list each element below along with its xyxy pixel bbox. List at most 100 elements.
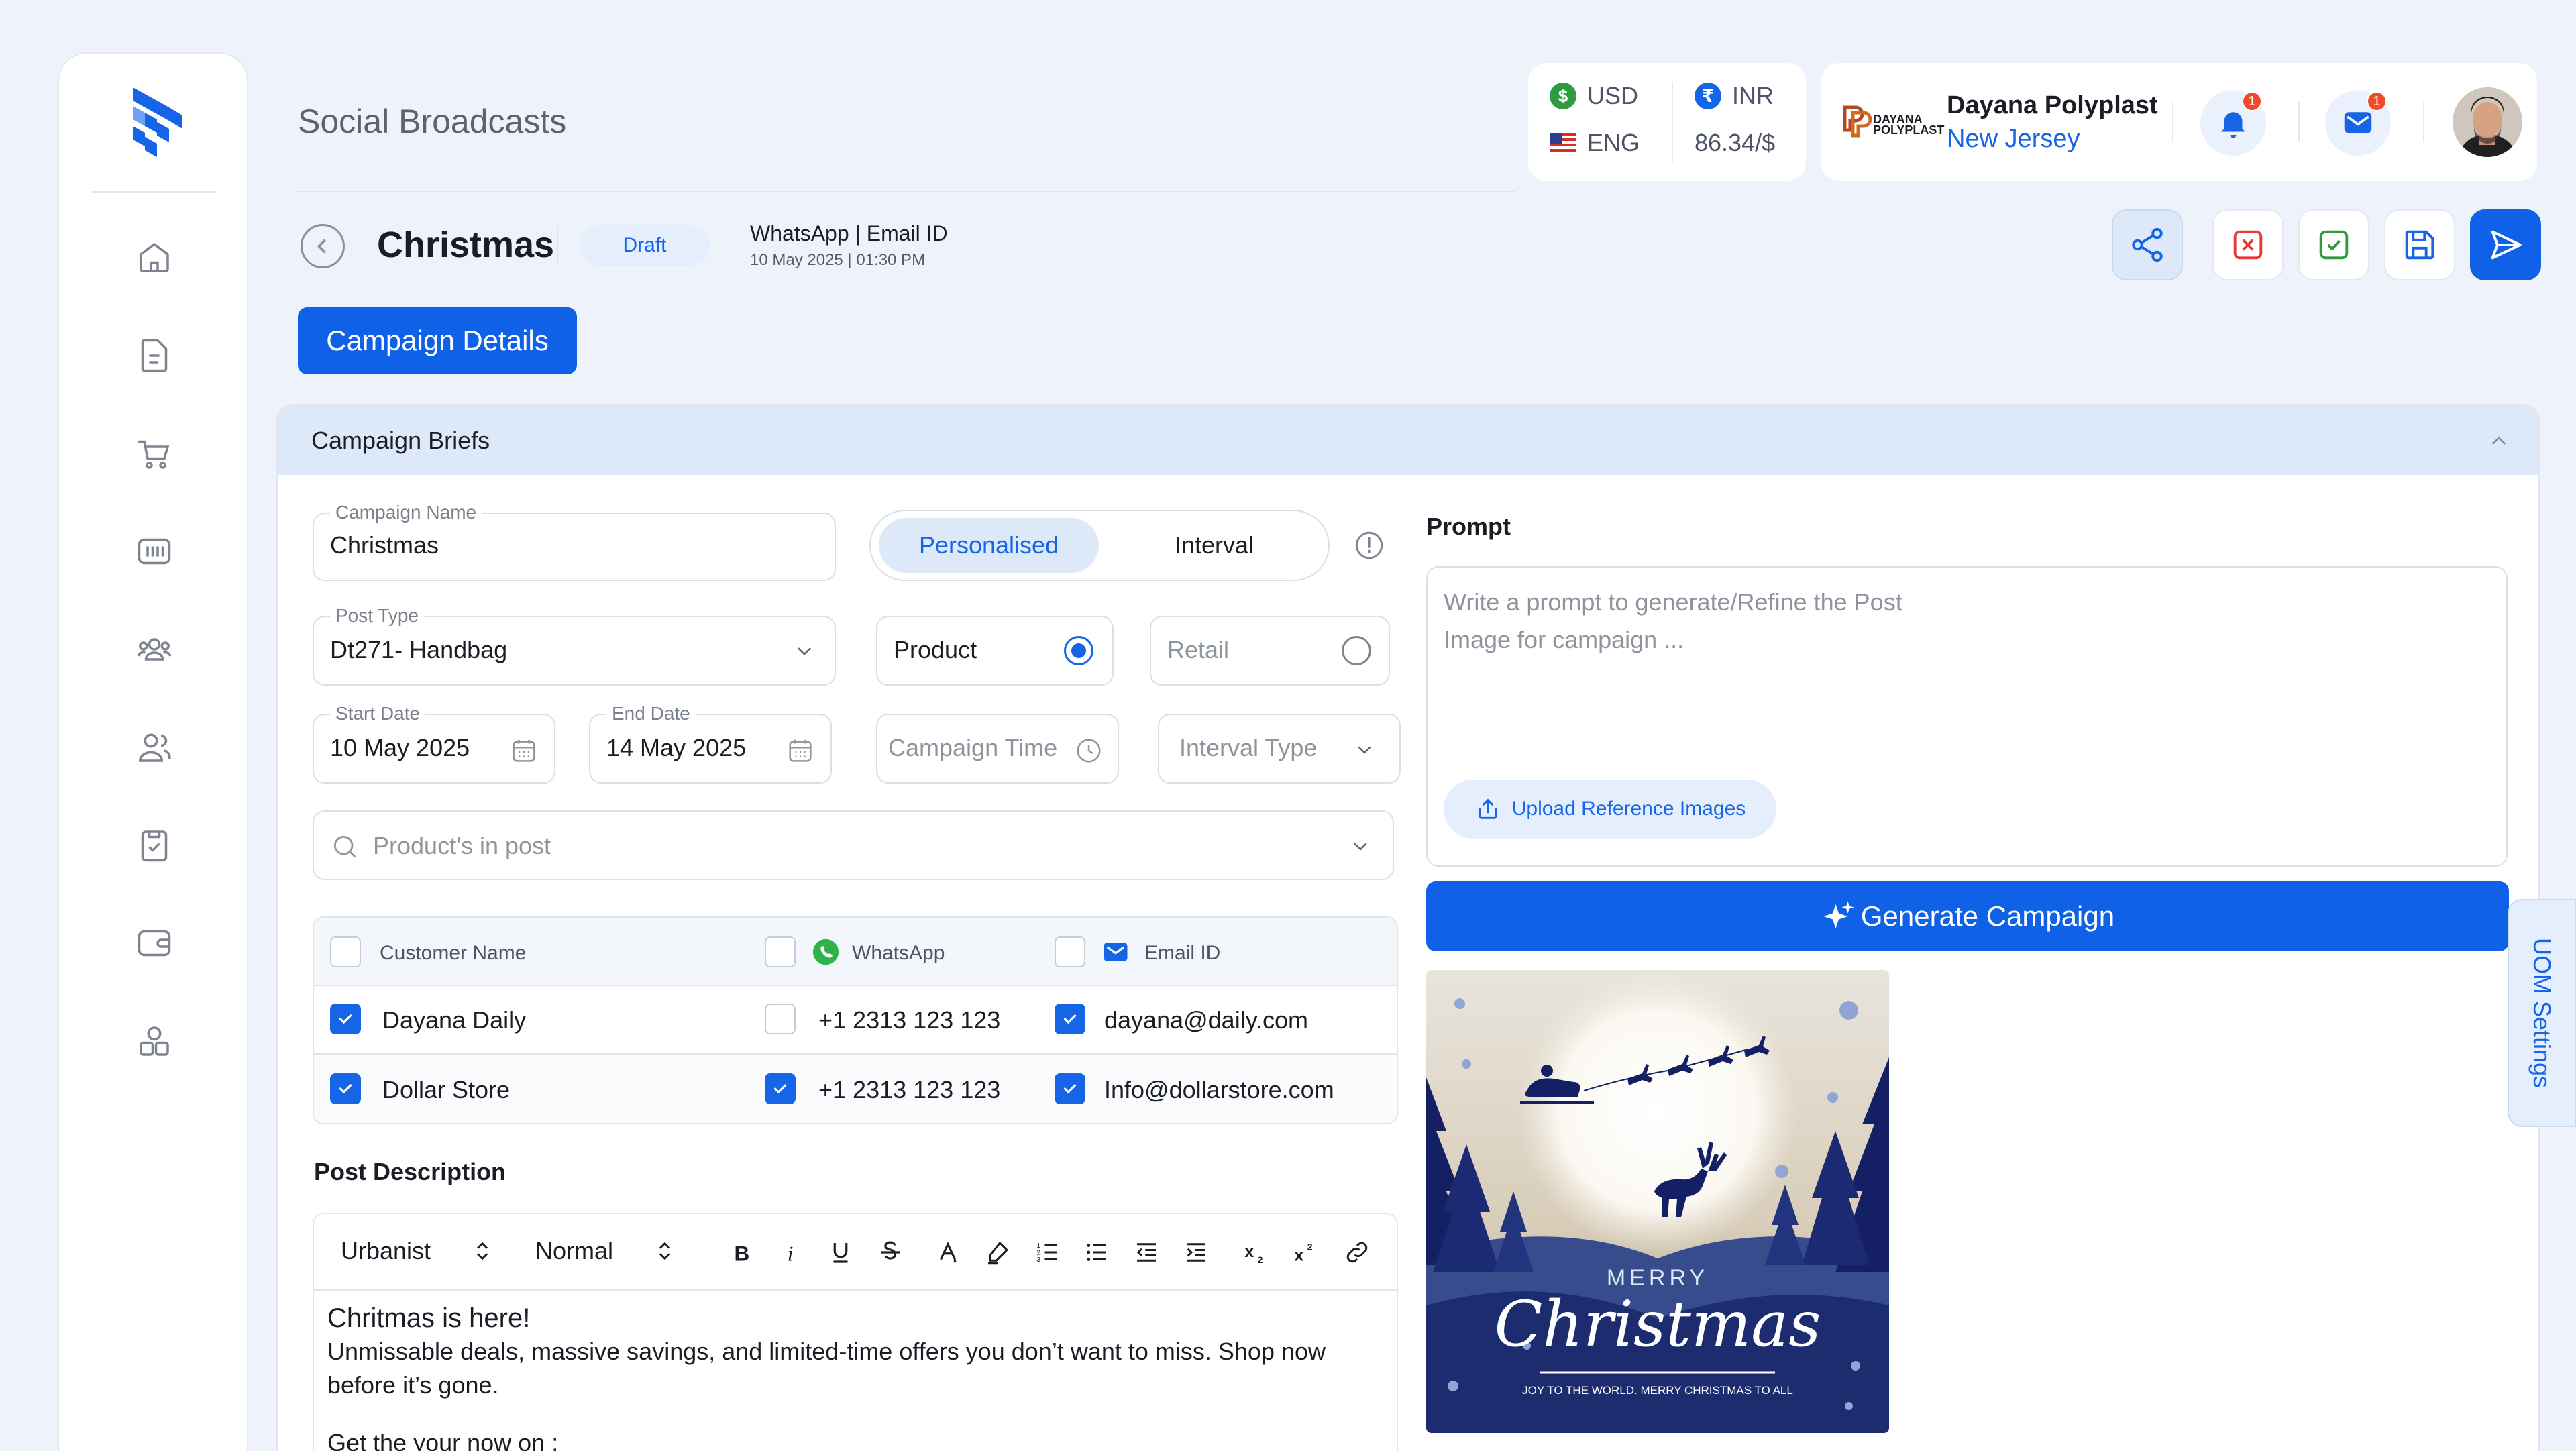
indent-icon[interactable] [1179,1236,1213,1269]
email-checkbox[interactable] [1055,1004,1085,1034]
underline-icon[interactable] [824,1236,857,1269]
highlight-icon[interactable] [981,1236,1014,1269]
language-selector[interactable]: ENG [1550,129,1640,157]
generated-post-image[interactable]: MERRY Christmas JOY TO THE WORLD. MERRY … [1426,970,1889,1433]
generate-campaign-button[interactable]: Generate Campaign [1426,881,2509,951]
select-all-checkbox[interactable] [330,936,361,967]
product-radio[interactable] [1064,636,1093,665]
upload-icon [1479,798,1497,819]
font-family-select[interactable]: Urbanist [341,1237,494,1265]
svg-text:2: 2 [1307,1242,1313,1252]
discard-button[interactable] [2212,209,2284,280]
strikethrough-icon[interactable] [873,1236,907,1269]
whatsapp-all-checkbox[interactable] [765,936,796,967]
document-icon[interactable] [127,329,181,382]
prompt-textarea[interactable]: Write a prompt to generate/Refine the Po… [1426,566,2508,867]
apps-icon[interactable] [127,1014,181,1068]
text-size-value: Normal [535,1237,614,1265]
start-date-value: 10 May 2025 [330,734,470,761]
avatar[interactable] [2453,87,2522,157]
customer-name-cell: Dayana Daily [382,1006,527,1034]
campaign-channels: WhatsApp | Email ID [750,221,948,246]
whatsapp-checkbox[interactable] [765,1004,796,1034]
start-date-field[interactable]: Start Date 10 May 2025 [313,703,555,784]
info-icon[interactable] [1352,529,1386,562]
search-icon [333,835,356,858]
chevron-down-icon [798,647,811,656]
row-select-checkbox[interactable] [330,1004,361,1034]
target-currency[interactable]: ₹ INR [1695,82,1774,110]
table-row[interactable]: Dollar Store +1 2313 123 123 Info@dollar… [314,1055,1397,1123]
calendar-icon[interactable] [508,735,539,766]
check-icon [2319,230,2349,260]
clipboard-icon[interactable] [127,818,181,872]
currency-switcher[interactable]: $ USD ENG ₹ INR 86.34/$ [1528,63,1806,181]
close-icon [2233,230,2263,260]
barcode-icon[interactable] [127,525,181,578]
company-location: New Jersey [1947,125,2080,153]
campaign-name-field[interactable]: Campaign Name Christmas [313,502,836,581]
users-group-icon[interactable] [127,623,181,676]
post-type-select[interactable]: Post Type Dt271- Handbag [313,605,836,686]
calendar-icon[interactable] [785,735,816,766]
retail-label: Retail [1167,636,1230,663]
email-all-checkbox[interactable] [1055,936,1085,967]
save-button[interactable] [2384,209,2455,280]
cart-icon[interactable] [127,427,181,480]
send-button[interactable] [2470,209,2541,280]
clock-icon[interactable] [1073,735,1104,766]
outdent-icon[interactable] [1130,1236,1163,1269]
text-color-icon[interactable] [931,1236,965,1269]
ordered-list-icon[interactable]: 123 [1030,1236,1064,1269]
end-date-field[interactable]: End Date 14 May 2025 [589,703,832,784]
svg-text:3: 3 [1036,1256,1040,1264]
base-currency-code: USD [1587,82,1639,109]
toggle-personalised[interactable]: Personalised [879,518,1099,573]
campaign-name-value: Christmas [330,531,439,559]
subscript-icon[interactable]: x2 [1240,1236,1273,1269]
updown-icon [659,1242,671,1260]
retail-option[interactable]: Retail [1150,616,1390,686]
italic-icon[interactable]: i [774,1236,808,1269]
message-badge: 1 [2367,91,2387,111]
back-button[interactable] [301,224,345,268]
messages-button[interactable]: 1 [2325,90,2391,156]
text-size-select[interactable]: Normal [535,1237,676,1265]
product-option[interactable]: Product [876,616,1114,686]
row-select-checkbox[interactable] [330,1073,361,1104]
chevron-up-icon[interactable] [2487,429,2510,452]
email-checkbox[interactable] [1055,1073,1085,1104]
tab-campaign-details[interactable]: Campaign Details [298,307,577,374]
interval-type-select[interactable]: Interval Type [1158,714,1401,784]
uom-settings-label: UOM Settings [2528,937,2556,1089]
app-logo[interactable] [126,87,182,157]
notifications-button[interactable]: 1 [2200,90,2266,156]
dollar-icon: $ [1550,83,1576,109]
superscript-icon[interactable]: x2 [1289,1236,1323,1269]
whatsapp-cell: +1 2313 123 123 [818,1006,1001,1034]
link-icon[interactable] [1340,1236,1374,1269]
retail-radio[interactable] [1342,636,1371,665]
end-date-label: End Date [606,703,696,724]
users-icon[interactable] [127,720,181,774]
table-row[interactable]: Dayana Daily +1 2313 123 123 dayana@dail… [314,986,1397,1055]
us-flag-icon [1550,133,1576,153]
editor-content[interactable]: Chritmas is here! Unmissable deals, mass… [327,1301,1374,1451]
campaign-date: 10 May 2025 | 01:30 PM [750,251,926,269]
share-icon [2132,227,2163,262]
share-button[interactable] [2112,209,2183,280]
campaign-time-field[interactable]: Campaign Time [876,714,1119,784]
uom-settings-tab[interactable]: UOM Settings [2508,899,2576,1127]
toggle-interval[interactable]: Interval [1106,518,1323,573]
bold-icon[interactable]: B [724,1236,758,1269]
products-search-select[interactable]: Product's in post [313,810,1394,880]
panel-header[interactable]: Campaign Briefs [278,405,2538,475]
wallet-icon[interactable] [127,916,181,970]
whatsapp-checkbox[interactable] [765,1073,796,1104]
table-header: Customer Name WhatsApp Email ID [314,918,1397,986]
base-currency[interactable]: $ USD [1550,82,1638,110]
home-icon[interactable] [127,231,181,284]
bullet-list-icon[interactable] [1080,1236,1114,1269]
upload-reference-button[interactable]: Upload Reference Images [1444,780,1776,839]
approve-button[interactable] [2298,209,2369,280]
